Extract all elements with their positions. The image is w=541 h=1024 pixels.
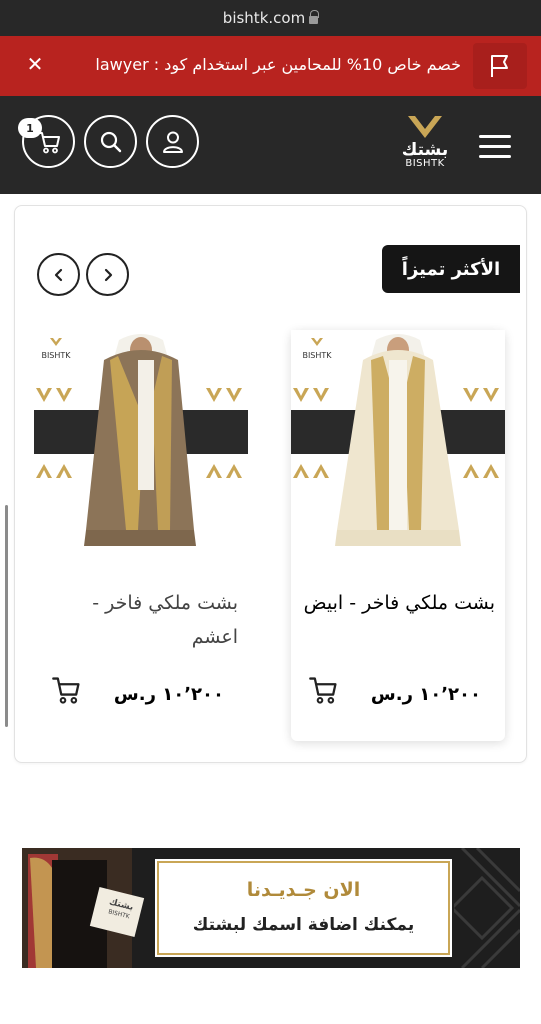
product-price: ١٠٬٢٠٠ ر.س — [113, 684, 224, 705]
banner-text-box: الان جـديـدنا يمكنك اضافة اسمك لبشتك — [153, 857, 454, 959]
banner-subtitle: يمكنك اضافة اسمك لبشتك — [192, 915, 415, 935]
scrollbar[interactable] — [5, 505, 8, 727]
url-text: bishtk.com — [222, 9, 306, 27]
site-header — [0, 96, 541, 194]
cart-icon — [309, 677, 337, 704]
site-logo[interactable]: بشتك BISHTK — [394, 114, 456, 178]
close-icon[interactable]: ✕ — [24, 53, 46, 75]
cart-icon — [52, 677, 80, 704]
product-name[interactable]: بشت ملكي فاخر - ابيض — [299, 586, 495, 620]
promo-bar: ✕ خصم خاص 10% للمحامين عبر استخدام كود :… — [0, 36, 541, 96]
lock-icon — [309, 9, 320, 24]
promo-text: خصم خاص 10% للمحامين عبر استخدام كود : l… — [95, 55, 461, 74]
svg-text:BISHTK: BISHTK — [41, 351, 71, 360]
logo-text-en: BISHTK — [405, 158, 445, 169]
menu-icon[interactable] — [479, 135, 511, 161]
carousel-prev-button[interactable] — [37, 253, 80, 296]
user-icon — [162, 131, 183, 153]
svg-text:BISHTK: BISHTK — [302, 351, 332, 360]
product-card[interactable]: BISHTK بشت ملكي فاخر - اعشم ١٠٬٢٠٠ ر.س — [34, 330, 248, 741]
product-card[interactable]: BISHTK بشت ملكي فاخر - ابيض ١٠٬٢٠٠ ر.س — [291, 330, 505, 741]
flag-icon — [491, 55, 508, 77]
search-icon — [100, 131, 121, 152]
bisht-photo: BISHTK — [291, 330, 505, 546]
logo-text-ar: بشتك — [401, 140, 449, 160]
account-button[interactable] — [146, 115, 199, 168]
carousel-next-button[interactable] — [86, 253, 129, 296]
product-name[interactable]: بشت ملكي فاخر - اعشم — [42, 586, 238, 654]
search-button[interactable] — [84, 115, 137, 168]
section-title: الأكثر تميزاً — [382, 245, 520, 293]
add-to-cart-button[interactable] — [51, 674, 83, 706]
browser-url-bar[interactable]: bishtk.com — [0, 0, 541, 36]
chevron-right-icon — [104, 268, 112, 281]
promo-flag-button[interactable] — [473, 43, 527, 89]
name-customization-banner[interactable]: بشتك BISHTK الان جـديـدنا يمكنك اضافة اس… — [22, 848, 520, 968]
add-to-cart-button[interactable] — [308, 674, 340, 706]
logo-mark-icon — [408, 116, 442, 138]
product-image[interactable]: BISHTK — [291, 330, 505, 546]
bisht-photo: BISHTK — [34, 330, 248, 546]
product-price: ١٠٬٢٠٠ ر.س — [370, 684, 481, 705]
banner-title: الان جـديـدنا — [246, 879, 361, 901]
cart-count-badge: 1 — [18, 118, 42, 138]
product-image[interactable]: BISHTK — [34, 330, 248, 546]
chevron-left-icon — [54, 268, 62, 281]
